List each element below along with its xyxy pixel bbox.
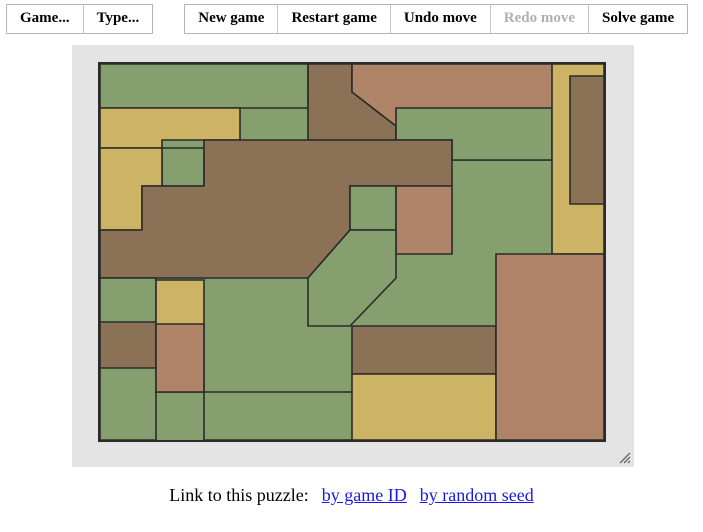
action-button-group: New game Restart game Undo move Redo mov… — [184, 4, 689, 34]
map-region-brown-mid-band[interactable] — [351, 325, 497, 375]
resize-handle-icon[interactable] — [617, 450, 632, 465]
game-menu-button[interactable]: Game... — [7, 5, 84, 33]
restart-game-button[interactable]: Restart game — [278, 5, 391, 33]
map-region-green-centre-pocket[interactable] — [349, 185, 397, 231]
map-region-brown-right-bar[interactable] — [569, 75, 604, 205]
link-by-game-id[interactable]: by game ID — [322, 485, 407, 505]
map-region-brown-left-block[interactable] — [100, 321, 157, 369]
map-region-salmon-right-big[interactable] — [495, 253, 604, 440]
map-region-green-small-sq[interactable] — [161, 147, 205, 187]
map-puzzle-svg[interactable] — [100, 64, 604, 440]
new-game-button[interactable]: New game — [185, 5, 279, 33]
type-menu-button[interactable]: Type... — [83, 5, 153, 33]
puzzle-board[interactable] — [98, 62, 606, 442]
map-region-green-top-bar[interactable] — [100, 64, 309, 109]
solve-game-button[interactable]: Solve game — [589, 5, 688, 33]
redo-move-button: Redo move — [490, 5, 590, 33]
map-region-salmon-centre[interactable] — [395, 185, 453, 255]
menu-button-group: Game... Type... — [6, 4, 154, 34]
undo-move-button[interactable]: Undo move — [390, 5, 491, 33]
map-regions-group[interactable] — [100, 64, 604, 440]
toolbar: Game... Type... New game Restart game Un… — [6, 4, 689, 34]
link-by-random-seed[interactable]: by random seed — [420, 485, 534, 505]
map-region-yellow-bottom[interactable] — [351, 373, 497, 440]
app-root: Game... Type... New game Restart game Un… — [0, 0, 703, 532]
game-canvas-container — [72, 45, 634, 467]
link-prefix-label: Link to this puzzle: — [169, 485, 309, 505]
puzzle-link-footer: Link to this puzzle: by game ID by rando… — [0, 485, 703, 506]
map-region-salmon-pentagon[interactable] — [155, 323, 205, 393]
